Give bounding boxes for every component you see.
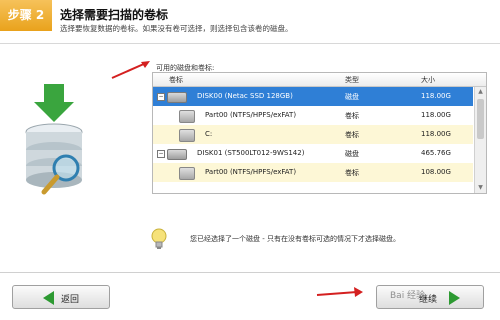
row-type: 卷标 — [345, 169, 359, 177]
hard-drive-icon — [167, 149, 187, 160]
arrow-left-icon — [43, 291, 54, 305]
hard-drive-icon — [167, 92, 187, 103]
row-size: 118.00G — [421, 111, 451, 119]
volume-icon — [179, 129, 195, 142]
database-scan-icon — [25, 84, 83, 195]
collapse-icon[interactable]: − — [157, 93, 165, 101]
row-name: Part00 (NTFS/HPFS/exFAT) — [205, 111, 297, 119]
row-size: 108.00G — [421, 168, 451, 176]
annotation-arrow-icon — [316, 287, 363, 297]
header-divider — [0, 43, 500, 44]
scroll-thumb[interactable] — [477, 99, 484, 139]
page-title: 选择需要扫描的卷标 — [60, 8, 169, 22]
table-header: 卷标 类型 大小 — [153, 73, 486, 87]
table-row-part00-disk01[interactable]: Part00 (NTFS/HPFS/exFAT) 卷标 108.00G — [153, 163, 473, 182]
row-name: DISK00 (Netac SSD 128GB) — [197, 92, 293, 100]
table-row-disk01[interactable]: − DISK01 (ST500LT012-9WS142) 磁盘 465.76G — [153, 144, 473, 163]
step-badge: 步骤 2 — [0, 0, 52, 31]
hint-message: 您已经选择了一个磁盘 - 只有在没有卷标可选的情况下才选择磁盘。 — [190, 235, 400, 243]
disk-volume-table[interactable]: 卷标 类型 大小 − DISK00 (Netac SSD 128GB) 磁盘 1… — [152, 72, 487, 194]
table-scrollbar[interactable]: ▲ ▼ — [474, 87, 486, 193]
scroll-up-icon[interactable]: ▲ — [477, 89, 484, 95]
column-header-type[interactable]: 类型 — [345, 75, 359, 85]
column-header-name[interactable]: 卷标 — [169, 75, 183, 85]
row-size: 118.00G — [421, 130, 451, 138]
row-type: 磁盘 — [345, 150, 359, 158]
lightbulb-icon — [151, 228, 167, 249]
row-size: 118.00G — [421, 92, 451, 100]
row-type: 卷标 — [345, 131, 359, 139]
back-button-label: 返回 — [61, 295, 80, 305]
volume-icon — [179, 110, 195, 123]
scroll-down-icon[interactable]: ▼ — [477, 185, 484, 191]
row-name: DISK01 (ST500LT012-9WS142) — [197, 149, 305, 157]
wizard-header: 步骤 2 选择需要扫描的卷标 选择要恢复数据的卷标。如果没有卷可选择，则选择包含… — [0, 0, 500, 42]
collapse-icon[interactable]: − — [157, 150, 165, 158]
back-button[interactable]: 返回 — [12, 285, 110, 309]
annotation-arrow-icon — [111, 61, 150, 79]
row-type: 磁盘 — [345, 93, 359, 101]
row-size: 465.76G — [421, 149, 451, 157]
footer-divider — [0, 272, 500, 273]
row-name: Part00 (NTFS/HPFS/exFAT) — [205, 168, 297, 176]
row-type: 卷标 — [345, 112, 359, 120]
volume-icon — [179, 167, 195, 180]
watermark: Bai 经验 — [390, 291, 426, 301]
table-row-disk00[interactable]: − DISK00 (Netac SSD 128GB) 磁盘 118.00G — [153, 87, 473, 106]
column-header-size[interactable]: 大小 — [421, 75, 435, 85]
table-row-part00[interactable]: Part00 (NTFS/HPFS/exFAT) 卷标 118.00G — [153, 106, 473, 125]
row-name: C: — [205, 130, 213, 138]
table-row-c-drive[interactable]: C: 卷标 118.00G — [153, 125, 473, 144]
page-subtitle: 选择要恢复数据的卷标。如果没有卷可选择，则选择包含该卷的磁盘。 — [60, 24, 293, 33]
arrow-right-icon — [449, 291, 460, 305]
